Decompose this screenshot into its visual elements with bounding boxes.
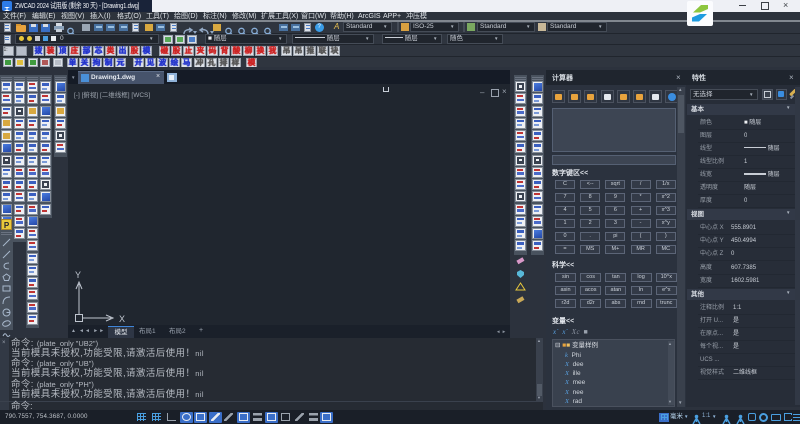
svg-text:Y: Y (75, 270, 81, 280)
svg-text:X: X (119, 314, 125, 324)
